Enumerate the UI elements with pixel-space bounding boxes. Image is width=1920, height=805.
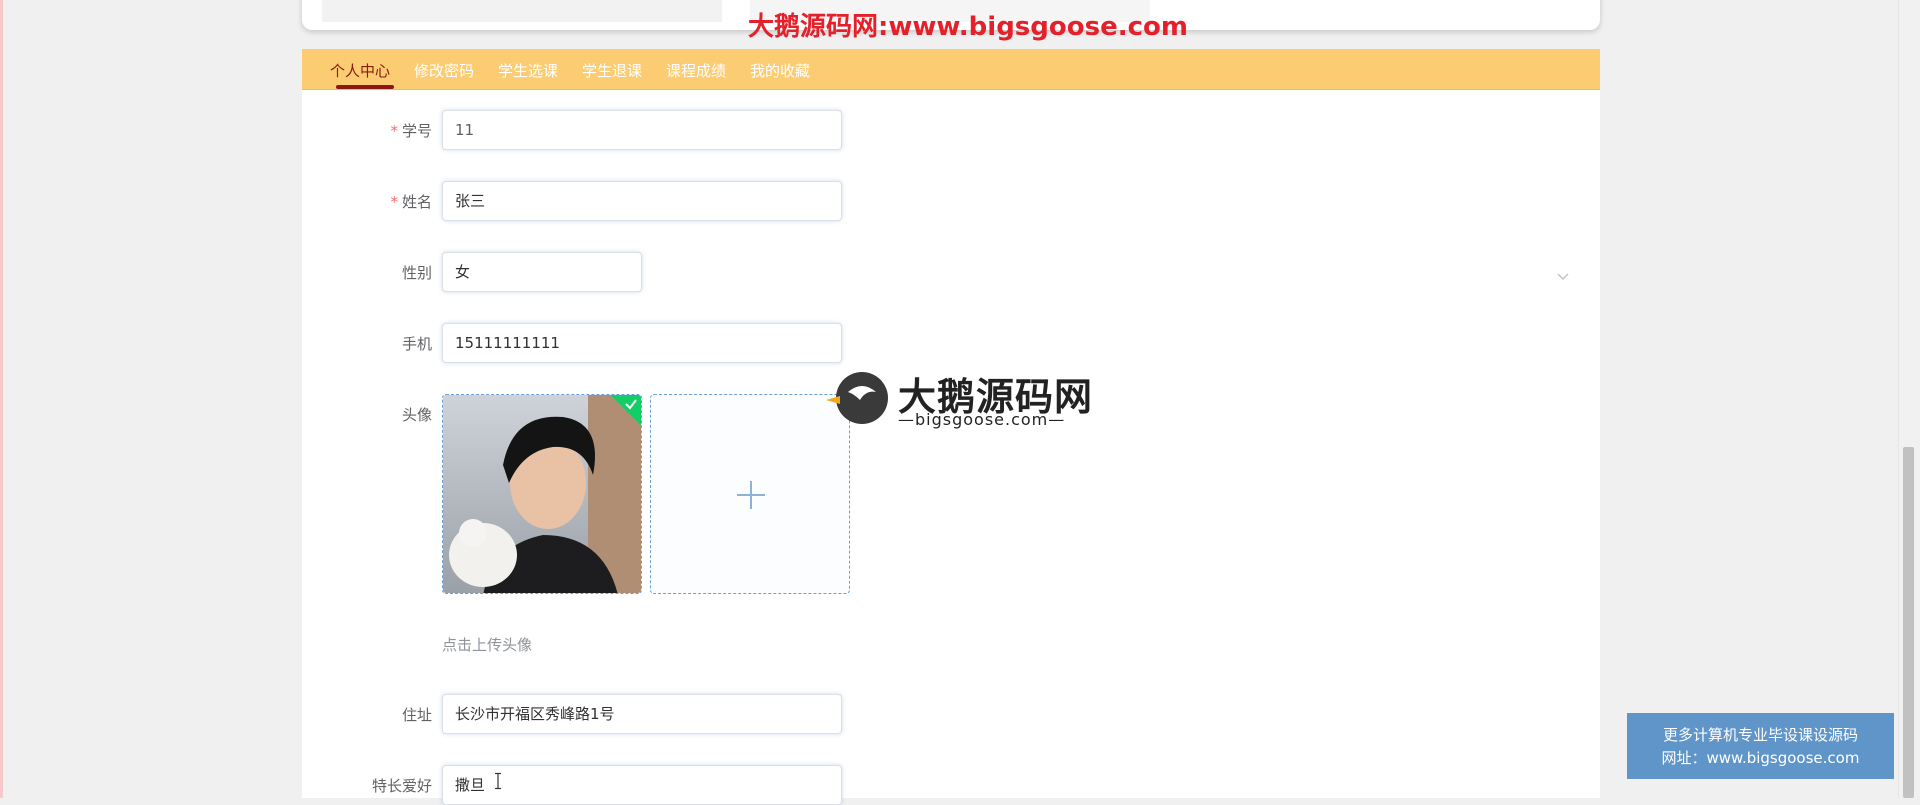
address-field[interactable]: 长沙市开福区秀峰路1号 (442, 694, 842, 734)
phone-label: 手机 (401, 335, 432, 353)
required-mark: * (390, 193, 398, 211)
hobby-label: 特长爱好 (371, 777, 432, 795)
nav-item-personal-center[interactable]: 个人中心 (330, 60, 390, 81)
required-mark: * (390, 122, 398, 140)
profile-form: * 学号 11 * 姓名 张三 性别 女 手机 15111111111 头像 点… (302, 90, 1600, 805)
student-id-field[interactable]: 11 (442, 110, 842, 150)
goose-logo-icon (826, 372, 888, 424)
user-nav-bar: 个人中心 修改密码 学生选课 学生退课 课程成绩 我的收藏 (302, 49, 1600, 90)
header-bar-left (322, 0, 722, 22)
name-label: * 姓名 (390, 193, 432, 211)
student-id-label: * 学号 (390, 122, 432, 140)
page-edge (0, 0, 3, 798)
name-field[interactable]: 张三 (442, 181, 842, 221)
check-icon (625, 399, 637, 410)
avatar-upload-hint: 点击上传头像 (442, 636, 533, 654)
nav-active-indicator (336, 85, 394, 89)
nav-item-change-password[interactable]: 修改密码 (414, 60, 474, 81)
watermark-logo-url: —bigsgoose.com— (898, 410, 1066, 429)
avatar-label: 头像 (401, 406, 432, 424)
scrollbar-thumb[interactable] (1903, 447, 1914, 798)
avatar-upload-button[interactable] (650, 394, 850, 594)
phone-field[interactable]: 15111111111 (442, 323, 842, 363)
address-label: 住址 (401, 706, 432, 724)
nav-item-course-grades[interactable]: 课程成绩 (666, 60, 726, 81)
avatar-preview[interactable] (442, 394, 642, 594)
nav-item-course-select[interactable]: 学生选课 (498, 60, 558, 81)
plus-icon (737, 481, 765, 509)
avatar-image (443, 395, 641, 593)
watermark-logo: 大鹅源码网 —bigsgoose.com— (826, 366, 1106, 436)
watermark-banner: 大鹅源码网:www.bigsgoose.com (748, 12, 1188, 42)
nav-item-course-drop[interactable]: 学生退课 (582, 60, 642, 81)
promo-line-2: 网址：www.bigsgoose.com (1661, 749, 1860, 767)
gender-select[interactable]: 女 (442, 252, 642, 292)
chevron-down-icon[interactable] (1556, 270, 1570, 284)
nav-item-favorites[interactable]: 我的收藏 (750, 60, 810, 81)
promo-line-1: 更多计算机专业毕设课设源码 (1662, 726, 1858, 744)
text-cursor-icon (495, 772, 501, 790)
promo-banner[interactable]: 更多计算机专业毕设课设源码 网址：www.bigsgoose.com (1627, 713, 1894, 779)
gender-label: 性别 (401, 264, 432, 282)
